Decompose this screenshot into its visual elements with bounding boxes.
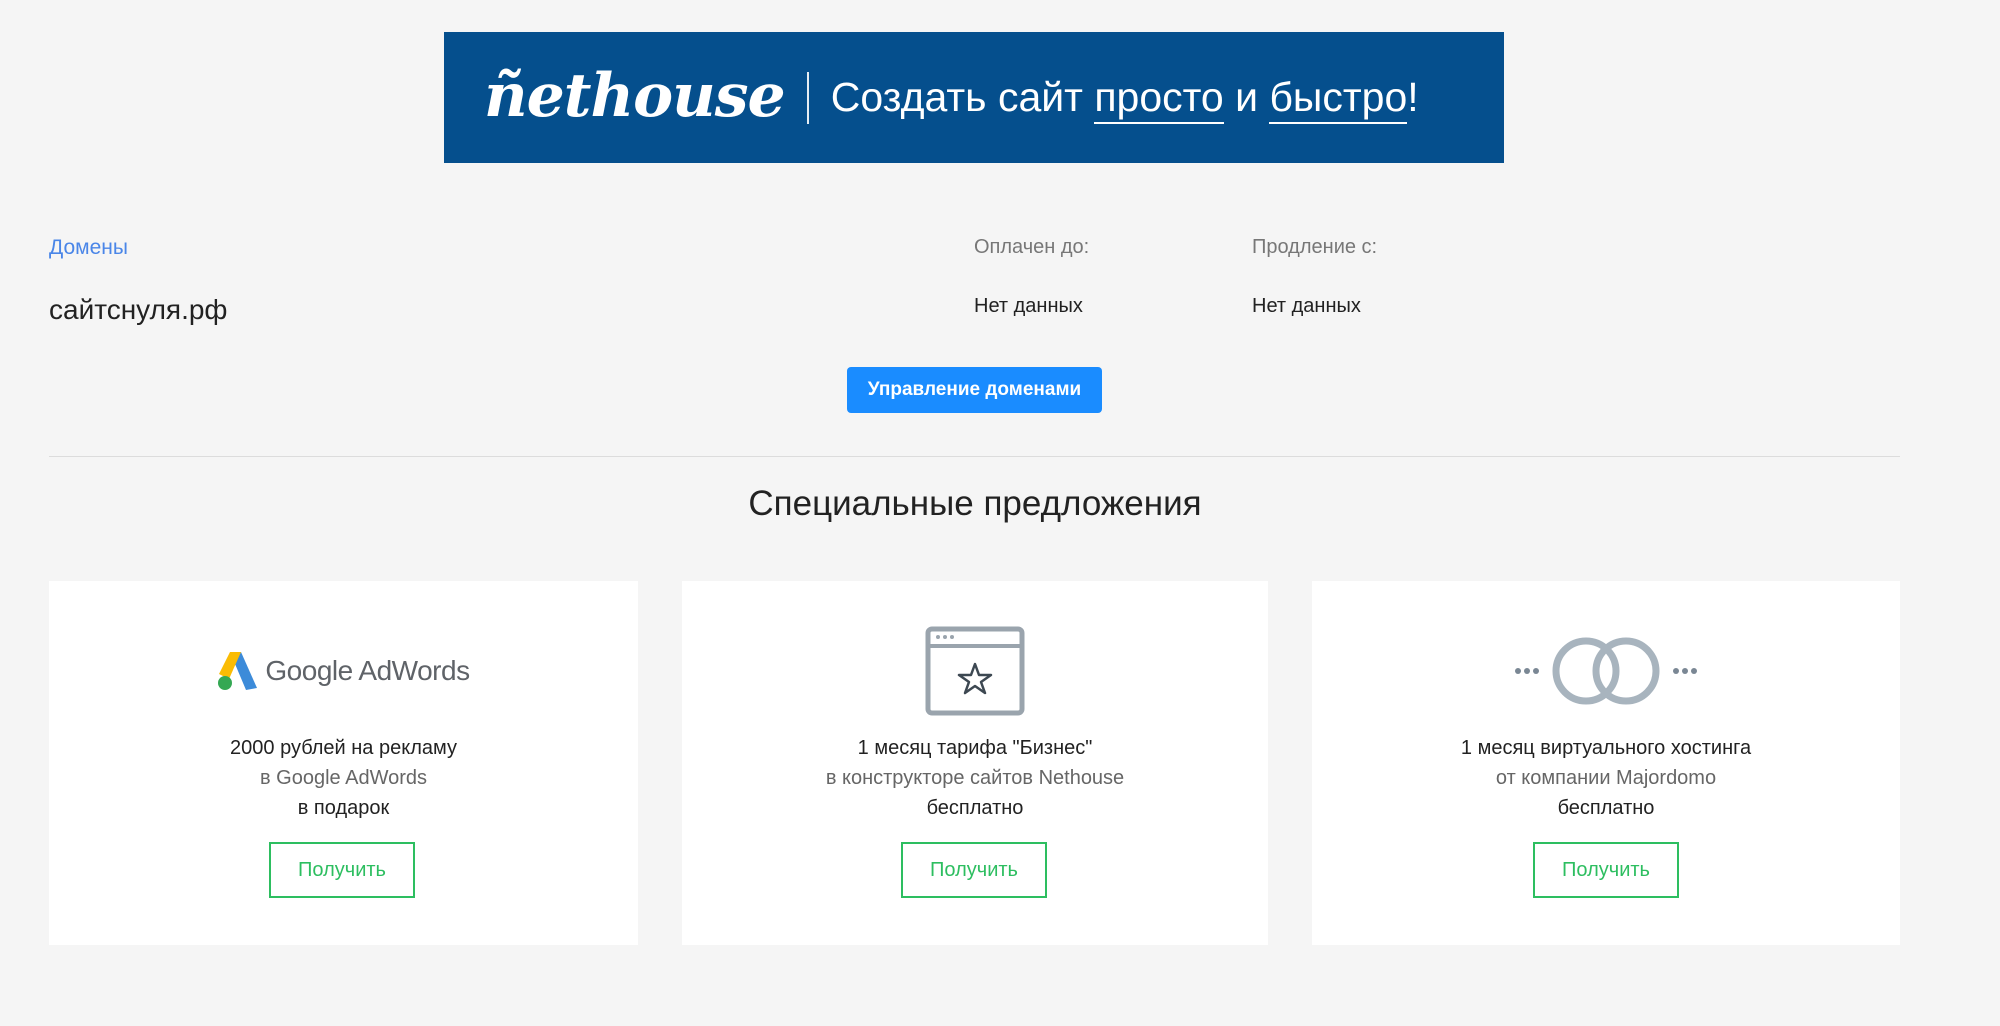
- offer-description: 1 месяц тарифа "Бизнес" в конструкторе с…: [825, 737, 1125, 819]
- domains-link[interactable]: Домены: [49, 236, 128, 260]
- offer-description: 1 месяц виртуального хостинга от компани…: [1460, 737, 1752, 819]
- offer-card-nethouse: 1 месяц тарифа "Бизнес" в конструкторе с…: [682, 581, 1268, 945]
- adwords-icon: [218, 652, 258, 690]
- browser-star-icon: [682, 621, 1268, 721]
- domain-name: сайтснуля.рф: [49, 294, 228, 325]
- banner-slogan: Создать сайт просто и быстро!: [831, 74, 1419, 124]
- get-offer-button[interactable]: Получить: [269, 842, 415, 898]
- get-offer-button[interactable]: Получить: [1533, 842, 1679, 898]
- renewal-value: Нет данных: [1252, 295, 1361, 317]
- renewal-label: Продление с:: [1252, 236, 1378, 258]
- offer-description: 2000 рублей на рекламу в Google AdWords …: [230, 737, 457, 819]
- banner-divider: [806, 71, 809, 124]
- special-offers-title: Специальные предложения: [748, 484, 1202, 523]
- paid-until-label: Оплачен до:: [974, 236, 1090, 258]
- nethouse-logo: ñethouse: [484, 60, 786, 131]
- nethouse-banner[interactable]: ñethouse Создать сайт просто и быстро!: [444, 32, 1504, 163]
- manage-domains-button[interactable]: Управление доменами: [847, 367, 1102, 413]
- adwords-logo-text: Google AdWords: [265, 655, 470, 686]
- majordomo-logo: [1312, 621, 1900, 721]
- paid-until-value: Нет данных: [974, 295, 1083, 317]
- section-divider: [49, 456, 1900, 457]
- google-adwords-logo: Google AdWords: [49, 621, 638, 721]
- offer-card-adwords: Google AdWords 2000 рублей на рекламу в …: [49, 581, 638, 945]
- get-offer-button[interactable]: Получить: [901, 842, 1047, 898]
- offer-card-majordomo: 1 месяц виртуального хостинга от компани…: [1312, 581, 1900, 945]
